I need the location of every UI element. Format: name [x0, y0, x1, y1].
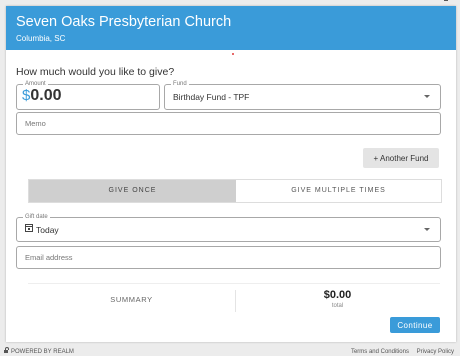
- powered-by-text: POWERED BY REALM: [11, 349, 74, 355]
- memo-placeholder: Memo: [25, 119, 46, 128]
- amount-value[interactable]: $0.00: [22, 87, 61, 105]
- indicator-dot: [232, 53, 234, 55]
- summary-section: SUMMARY $0.00 total: [28, 283, 440, 316]
- continue-button[interactable]: Continue: [390, 317, 440, 333]
- tab-give-once[interactable]: GIVE ONCE: [29, 180, 236, 202]
- summary-total-label: total: [331, 303, 344, 309]
- giving-card: Seven Oaks Presbyterian Church Columbia,…: [6, 6, 456, 342]
- fund-label: Fund: [171, 79, 189, 89]
- page-footer: POWERED BY REALM Terms and Conditions Pr…: [0, 346, 460, 356]
- privacy-link[interactable]: Privacy Policy: [417, 349, 454, 355]
- lock-icon: [4, 347, 9, 353]
- church-location: Columbia, SC: [16, 34, 66, 43]
- frequency-toggle: GIVE ONCE GIVE MULTIPLE TIMES: [28, 179, 442, 203]
- church-header: Seven Oaks Presbyterian Church Columbia,…: [6, 6, 456, 50]
- calendar-icon: [25, 224, 33, 232]
- tab-give-multiple-times[interactable]: GIVE MULTIPLE TIMES: [236, 180, 441, 202]
- gift-date-value: Today: [36, 225, 59, 235]
- summary-label: SUMMARY: [110, 295, 153, 304]
- fund-dropdown-caret-icon[interactable]: [424, 95, 430, 98]
- fund-select[interactable]: Fund Birthday Fund - TPF: [164, 79, 441, 110]
- memo-field[interactable]: Memo: [16, 112, 441, 135]
- amount-field[interactable]: Amount $0.00: [16, 79, 160, 110]
- footer-links: Terms and Conditions Privacy Policy: [345, 349, 454, 355]
- email-placeholder: Email address: [25, 253, 73, 262]
- give-question: How much would you like to give?: [16, 66, 175, 78]
- gift-date-select[interactable]: Gift date Today: [16, 212, 441, 242]
- email-field[interactable]: Email address: [16, 246, 441, 269]
- church-name: Seven Oaks Presbyterian Church: [16, 14, 232, 30]
- amount-number: 0.00: [30, 87, 62, 104]
- add-another-fund-button[interactable]: + Another Fund: [363, 148, 439, 168]
- powered-by: POWERED BY REALM: [4, 347, 74, 355]
- terms-link[interactable]: Terms and Conditions: [351, 349, 409, 355]
- top-tick-mark: [444, 0, 448, 1]
- fund-value: Birthday Fund - TPF: [173, 92, 250, 102]
- gift-date-caret-icon[interactable]: [424, 228, 430, 231]
- gift-date-label: Gift date: [23, 212, 50, 222]
- summary-total: $0.00: [323, 289, 352, 301]
